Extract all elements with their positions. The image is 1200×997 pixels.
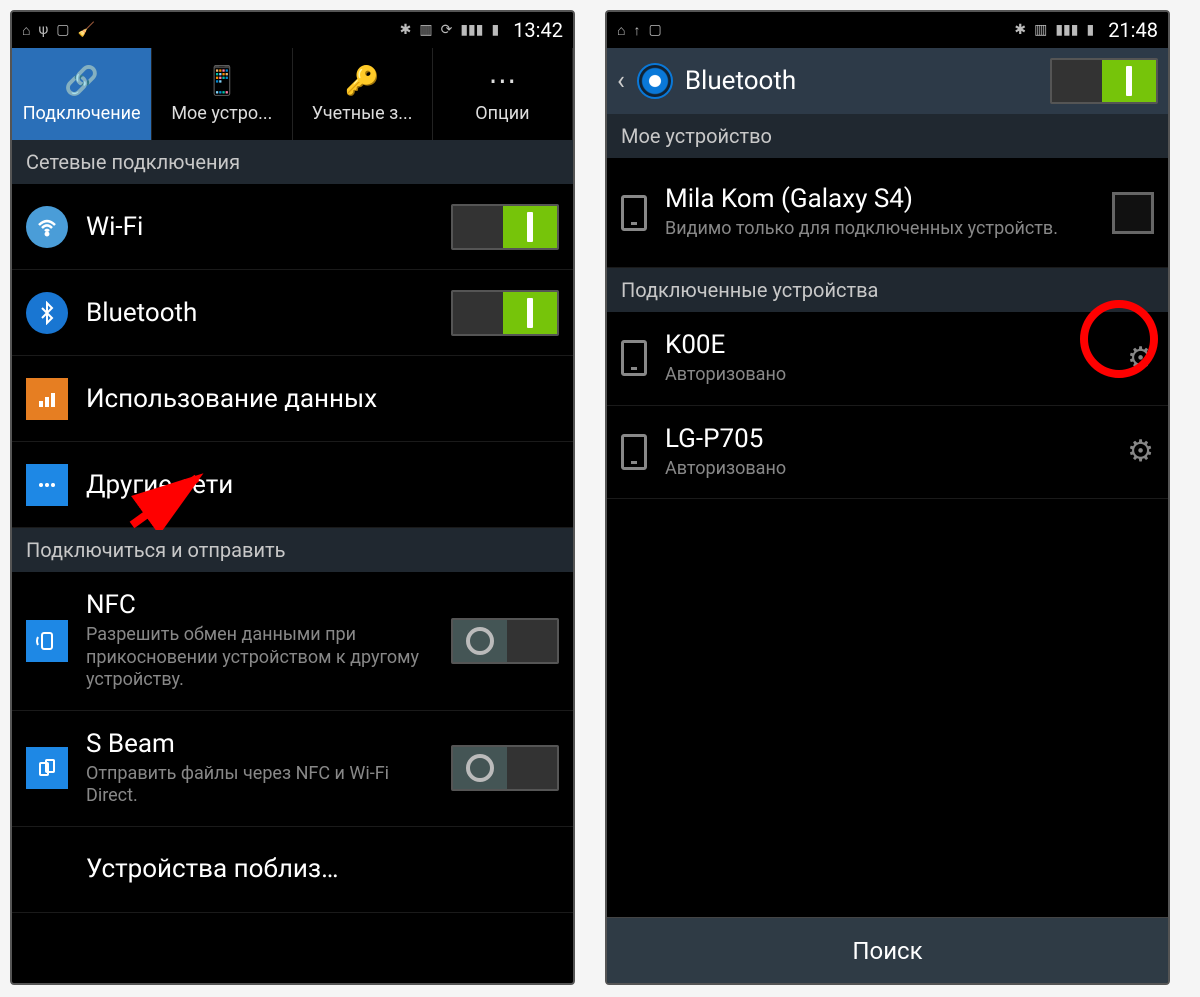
home-icon: ⌂ [22, 22, 30, 39]
nfc-label: NFC [86, 590, 433, 620]
image-icon: ▢ [56, 22, 69, 38]
signal-icon: ▮▮▮ [1055, 22, 1078, 38]
connections-icon: 🔗 [64, 64, 99, 97]
section-my-device: Мое устройство [607, 114, 1168, 158]
device-status: Авторизовано [665, 458, 1109, 481]
bluetooth-status-icon: ✱ [1014, 22, 1026, 38]
more-networks-label: Другие сети [86, 470, 559, 500]
sbeam-item[interactable]: S Beam Отправить файлы через NFC и Wi-Fi… [12, 711, 573, 827]
key-icon: 🔑 [345, 64, 380, 97]
device-name: LG-P705 [665, 424, 1109, 454]
page-title: Bluetooth [685, 66, 1038, 96]
tab-label: Подключение [23, 103, 141, 124]
signal-icon: ▮▮▮ [460, 22, 483, 38]
bluetooth-label: Bluetooth [86, 298, 433, 328]
settings-gear-icon [637, 63, 673, 99]
device-settings-button[interactable]: ⚙ [1127, 341, 1154, 376]
bluetooth-master-toggle[interactable] [1050, 58, 1158, 104]
brush-icon: 🧹 [78, 22, 95, 38]
vibrate-icon: ▥ [419, 22, 432, 38]
tab-accounts[interactable]: 🔑 Учетные з... [293, 48, 433, 140]
paired-device-item[interactable]: LG-P705 Авторизовано ⚙ [607, 406, 1168, 500]
section-paired: Подключенные устройства [607, 268, 1168, 312]
device-name: K00E [665, 330, 1109, 360]
nearby-item[interactable]: Устройства поблиз… [12, 827, 573, 913]
sbeam-toggle[interactable] [451, 745, 559, 791]
sbeam-icon [26, 747, 68, 789]
more-icon: ⋯ [488, 64, 516, 97]
nfc-icon [26, 620, 68, 662]
clock: 13:42 [513, 18, 563, 42]
nfc-sub: Разрешить обмен данными при прикосновени… [86, 624, 433, 692]
tab-my-device[interactable]: 📱 Мое устро... [152, 48, 292, 140]
paired-device-item[interactable]: K00E Авторизовано ⚙ [607, 312, 1168, 406]
tab-label: Мое устро... [171, 103, 272, 124]
tab-connections[interactable]: 🔗 Подключение [12, 48, 152, 140]
statusbar-left: ⌂ ψ ▢ 🧹 ✱ ▥ ⟳ ▮▮▮ ▮ 13:42 [12, 12, 573, 48]
device-settings-button[interactable]: ⚙ [1127, 434, 1154, 469]
tab-label: Опции [475, 103, 529, 124]
nearby-label: Устройства поблиз… [86, 854, 559, 884]
wifi-label: Wi-Fi [86, 212, 433, 242]
my-device-name: Mila Kom (Galaxy S4) [665, 184, 1094, 214]
sbeam-label: S Beam [86, 729, 433, 759]
sync-icon: ⟳ [441, 22, 453, 38]
my-device-item[interactable]: Mila Kom (Galaxy S4) Видимо только для п… [607, 158, 1168, 268]
device-status: Авторизовано [665, 364, 1109, 387]
bluetooth-icon [26, 292, 68, 334]
nearby-icon [26, 848, 68, 890]
data-usage-label: Использование данных [86, 384, 559, 414]
bluetooth-screen: ⌂ ↑ ▢ ✱ ▥ ▮▮▮ ▮ 21:48 ‹ Bluetooth Мое ус… [605, 10, 1170, 985]
battery-icon: ▮ [491, 22, 499, 38]
section-connect-send: Подключиться и отправить [12, 528, 573, 572]
nfc-toggle[interactable] [451, 618, 559, 664]
box-icon: ▢ [648, 22, 661, 38]
tab-options[interactable]: ⋯ Опции [433, 48, 573, 140]
bluetooth-item[interactable]: Bluetooth [12, 270, 573, 356]
back-button[interactable]: ‹ [617, 66, 625, 96]
my-device-sub: Видимо только для подключенных устройств… [665, 218, 1094, 241]
phone-icon [621, 434, 647, 470]
phone-icon [621, 195, 647, 231]
bluetooth-status-icon: ✱ [400, 22, 412, 38]
nfc-item[interactable]: NFC Разрешить обмен данными при прикосно… [12, 572, 573, 711]
statusbar-right: ⌂ ↑ ▢ ✱ ▥ ▮▮▮ ▮ 21:48 [607, 12, 1168, 48]
section-network: Сетевые подключения [12, 140, 573, 184]
chart-icon [26, 378, 68, 420]
bluetooth-header: ‹ Bluetooth [607, 48, 1168, 114]
dots-icon [26, 464, 68, 506]
wifi-item[interactable]: Wi-Fi [12, 184, 573, 270]
visibility-checkbox[interactable] [1112, 192, 1154, 234]
tab-label: Учетные з... [312, 103, 413, 124]
more-networks-item[interactable]: Другие сети [12, 442, 573, 528]
phone-icon [621, 340, 647, 376]
home-icon: ⌂ [617, 22, 625, 39]
battery-icon: ▮ [1086, 22, 1094, 38]
scan-button[interactable]: Поиск [607, 917, 1168, 983]
clock: 21:48 [1108, 18, 1158, 42]
vibrate-icon: ▥ [1034, 22, 1047, 38]
device-icon: 📱 [204, 64, 239, 97]
settings-tabs: 🔗 Подключение 📱 Мое устро... 🔑 Учетные з… [12, 48, 573, 140]
settings-screen: ⌂ ψ ▢ 🧹 ✱ ▥ ⟳ ▮▮▮ ▮ 13:42 🔗 Подключение … [10, 10, 575, 985]
wifi-icon [26, 206, 68, 248]
usb-icon: ψ [38, 22, 48, 38]
upload-icon: ↑ [633, 22, 640, 39]
sbeam-sub: Отправить файлы через NFC и Wi-Fi Direct… [86, 763, 433, 808]
data-usage-item[interactable]: Использование данных [12, 356, 573, 442]
bluetooth-toggle[interactable] [451, 290, 559, 336]
wifi-toggle[interactable] [451, 204, 559, 250]
